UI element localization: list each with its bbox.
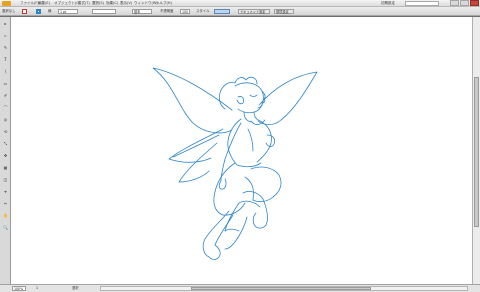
head — [234, 82, 264, 114]
close-button[interactable] — [470, 0, 479, 6]
search-input[interactable] — [405, 1, 439, 6]
stroke-swatch-icon[interactable] — [36, 9, 41, 14]
status-mode[interactable]: 選択 — [72, 286, 79, 291]
menu-file[interactable]: ファイル(F) — [20, 1, 39, 6]
style-select[interactable] — [214, 9, 230, 14]
ear — [236, 96, 245, 105]
tool-14-icon[interactable]: ⌖ — [2, 189, 9, 194]
page-number[interactable]: 1 — [36, 286, 38, 291]
stroke-width-field[interactable]: 1 pt — [58, 9, 78, 14]
face-profile — [257, 90, 266, 109]
tool-17-icon[interactable]: 🔍 — [2, 225, 9, 230]
opacity-field[interactable]: 100 — [180, 9, 190, 14]
menu-bar: ファイル(F) 編集(E) オブジェクト(O) 書式(T) 選択(S) 効果(C… — [0, 0, 480, 7]
chest-line — [247, 128, 254, 152]
status-bar: 100% 1 選択 — [0, 284, 480, 292]
artboard-canvas[interactable] — [11, 17, 472, 284]
waist — [236, 162, 262, 168]
workspace-switcher[interactable]: 初期設定 — [381, 1, 395, 6]
brush-select[interactable]: 基本 — [132, 9, 152, 14]
right-upper-wing — [257, 71, 318, 126]
menu-object[interactable]: オブジェクト(O) — [54, 1, 81, 6]
opacity-label: 不透明度 — [160, 9, 174, 13]
left-hand — [218, 178, 227, 190]
tool-11-icon[interactable]: ✥ — [2, 153, 9, 158]
horizontal-scrollbar[interactable] — [100, 286, 468, 291]
window-controls — [450, 0, 479, 6]
control-bar: 選択なし 線 1 pt 基本 不透明度 100 スタイル ドキュメント設定 環境… — [0, 7, 480, 16]
stroke-label: 線 — [48, 9, 52, 13]
rear-leg-inner — [214, 214, 234, 246]
skirt — [213, 162, 236, 216]
menu-window[interactable]: ウィンドウ(W) — [134, 1, 158, 6]
rear-leg — [202, 210, 230, 258]
menu-type[interactable]: 書式(T) — [78, 1, 90, 6]
tool-6-icon[interactable]: ✐ — [2, 93, 9, 98]
zoom-field[interactable]: 100% — [12, 286, 26, 291]
boot-toe — [252, 212, 267, 229]
menu-help[interactable]: ヘルプ(H) — [156, 1, 172, 6]
selection-status: 選択なし — [2, 9, 16, 13]
fill-swatch-icon[interactable] — [22, 9, 27, 14]
tool-9-icon[interactable]: ⟲ — [2, 129, 9, 134]
tool-12-icon[interactable]: ▦ — [2, 165, 9, 170]
tool-1-icon[interactable]: ▹ — [2, 33, 9, 38]
tool-10-icon[interactable]: ⤡ — [2, 141, 9, 146]
rear-foot — [208, 244, 221, 260]
minimize-button[interactable] — [450, 0, 459, 6]
tool-0-icon[interactable]: ▸ — [2, 21, 9, 26]
left-lower-wing — [168, 128, 224, 163]
hair-strands — [218, 89, 226, 110]
skirt-hem — [222, 202, 246, 216]
variable-width-select[interactable] — [92, 9, 116, 14]
boot-cuff-lower — [238, 200, 261, 208]
neck — [243, 111, 261, 123]
ankle-strap — [224, 228, 240, 232]
vertical-scroll-thumb[interactable] — [474, 77, 479, 227]
left-lower-wing-inner — [172, 134, 220, 158]
fairy-line-drawing — [152, 67, 318, 260]
tool-15-icon[interactable]: ✂ — [2, 201, 9, 206]
menu-edit[interactable]: 編集(E) — [38, 1, 50, 6]
tool-7-icon[interactable]: ⌒ — [2, 105, 9, 110]
tool-13-icon[interactable]: ◫ — [2, 177, 9, 182]
tool-16-icon[interactable]: ✋ — [2, 213, 9, 218]
tool-8-icon[interactable]: ◎ — [2, 117, 9, 122]
style-label: スタイル — [196, 9, 210, 13]
horizontal-scroll-thumb[interactable] — [191, 287, 371, 290]
tool-5-icon[interactable]: ▭ — [2, 81, 9, 86]
tool-4-icon[interactable]: \ — [2, 69, 9, 74]
left-upper-wing — [152, 67, 233, 134]
thigh-bottom — [244, 176, 254, 201]
tool-2-icon[interactable]: ✎ — [2, 45, 9, 50]
vertical-scrollbar[interactable] — [472, 17, 480, 284]
menu-view[interactable]: 表示(V) — [120, 1, 132, 6]
maximize-button[interactable] — [460, 0, 469, 6]
document-setup-button[interactable]: ドキュメント設定 — [238, 9, 270, 14]
closed-eye — [249, 94, 258, 97]
torso-front — [256, 120, 272, 163]
boot-upper — [262, 198, 268, 226]
menu-effect[interactable]: 効果(C) — [106, 1, 118, 6]
menu-select[interactable]: 選択(S) — [92, 1, 104, 6]
app-logo-icon — [2, 1, 11, 6]
preferences-button[interactable]: 環境設定 — [274, 9, 294, 14]
tools-panel: ▸ ▹ ✎ T \ ▭ ✐ ⌒ ◎ ⟲ ⤡ ✥ ▦ ◫ ⌖ ✂ ✋ 🔍 — [0, 17, 11, 284]
tool-3-icon[interactable]: T — [2, 57, 9, 62]
